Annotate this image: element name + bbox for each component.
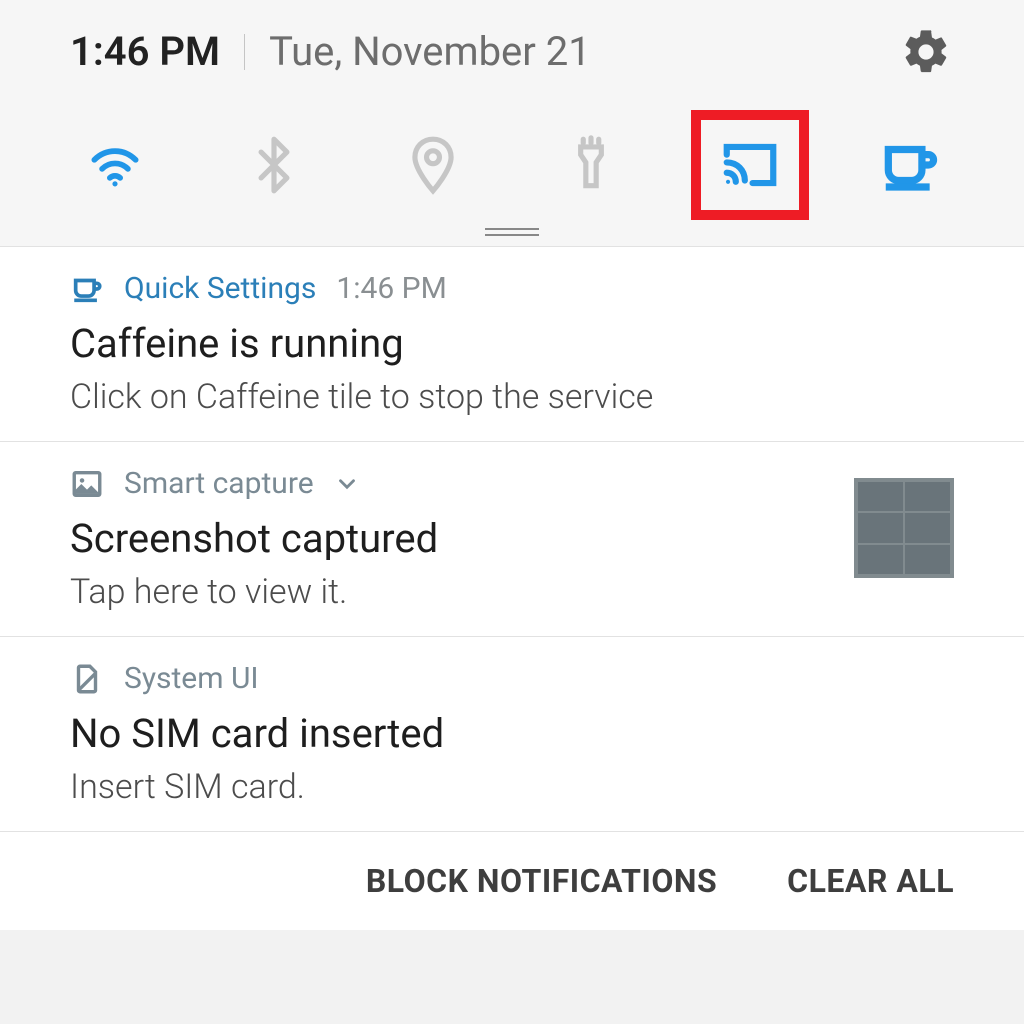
notification-footer: Block Notifications Clear All <box>0 831 1024 930</box>
notification-header: System UI <box>70 661 954 696</box>
app-name: Smart capture <box>124 466 314 501</box>
notification-title: Screenshot captured <box>70 515 824 562</box>
notification-title: No SIM card inserted <box>70 710 954 757</box>
status-header: 1:46 PM Tue, November 21 <box>70 24 954 80</box>
bluetooth-tile[interactable] <box>229 120 319 210</box>
clock-date[interactable]: Tue, November 21 <box>269 32 591 72</box>
wifi-icon <box>84 134 146 196</box>
handle-bar-icon <box>485 228 539 236</box>
separator <box>244 34 245 70</box>
notification-header: Smart capture <box>70 466 824 501</box>
quick-settings-panel: 1:46 PM Tue, November 21 <box>0 0 1024 246</box>
sim-icon <box>70 662 104 696</box>
clock-time[interactable]: 1:46 PM <box>70 32 220 72</box>
chevron-down-icon[interactable] <box>334 471 360 497</box>
notification-sim[interactable]: System UI No SIM card inserted Insert SI… <box>0 637 1024 831</box>
flashlight-icon <box>560 134 622 196</box>
notification-caffeine[interactable]: Quick Settings 1:46 PM Caffeine is runni… <box>0 247 1024 441</box>
app-name: System UI <box>124 661 259 696</box>
screenshot-thumbnail[interactable] <box>854 478 954 578</box>
notification-title: Caffeine is running <box>70 320 954 367</box>
block-notifications-button[interactable]: Block Notifications <box>366 862 717 900</box>
caffeine-tile[interactable] <box>864 120 954 210</box>
location-icon <box>402 134 464 196</box>
flashlight-tile[interactable] <box>546 120 636 210</box>
notification-body: Tap here to view it. <box>70 572 824 612</box>
gear-icon <box>900 26 952 78</box>
app-name: Quick Settings <box>124 271 316 306</box>
cast-tile[interactable] <box>705 120 795 210</box>
settings-button[interactable] <box>898 24 954 80</box>
drag-handle[interactable] <box>70 228 954 246</box>
time-date-group: 1:46 PM Tue, November 21 <box>70 32 591 72</box>
bluetooth-icon <box>243 134 305 196</box>
notification-header: Quick Settings 1:46 PM <box>70 271 954 306</box>
quick-tiles-row <box>70 120 954 228</box>
image-icon <box>70 467 104 501</box>
notification-screenshot[interactable]: Smart capture Screenshot captured Tap he… <box>0 442 1024 636</box>
highlight-box <box>691 110 809 220</box>
notification-time: 1:46 PM <box>336 271 446 306</box>
clear-all-button[interactable]: Clear All <box>787 862 954 900</box>
wifi-tile[interactable] <box>70 120 160 210</box>
notification-body: Click on Caffeine tile to stop the servi… <box>70 377 954 417</box>
coffee-icon <box>70 272 104 306</box>
location-tile[interactable] <box>388 120 478 210</box>
notification-body: Insert SIM card. <box>70 767 954 807</box>
coffee-icon <box>878 134 940 196</box>
